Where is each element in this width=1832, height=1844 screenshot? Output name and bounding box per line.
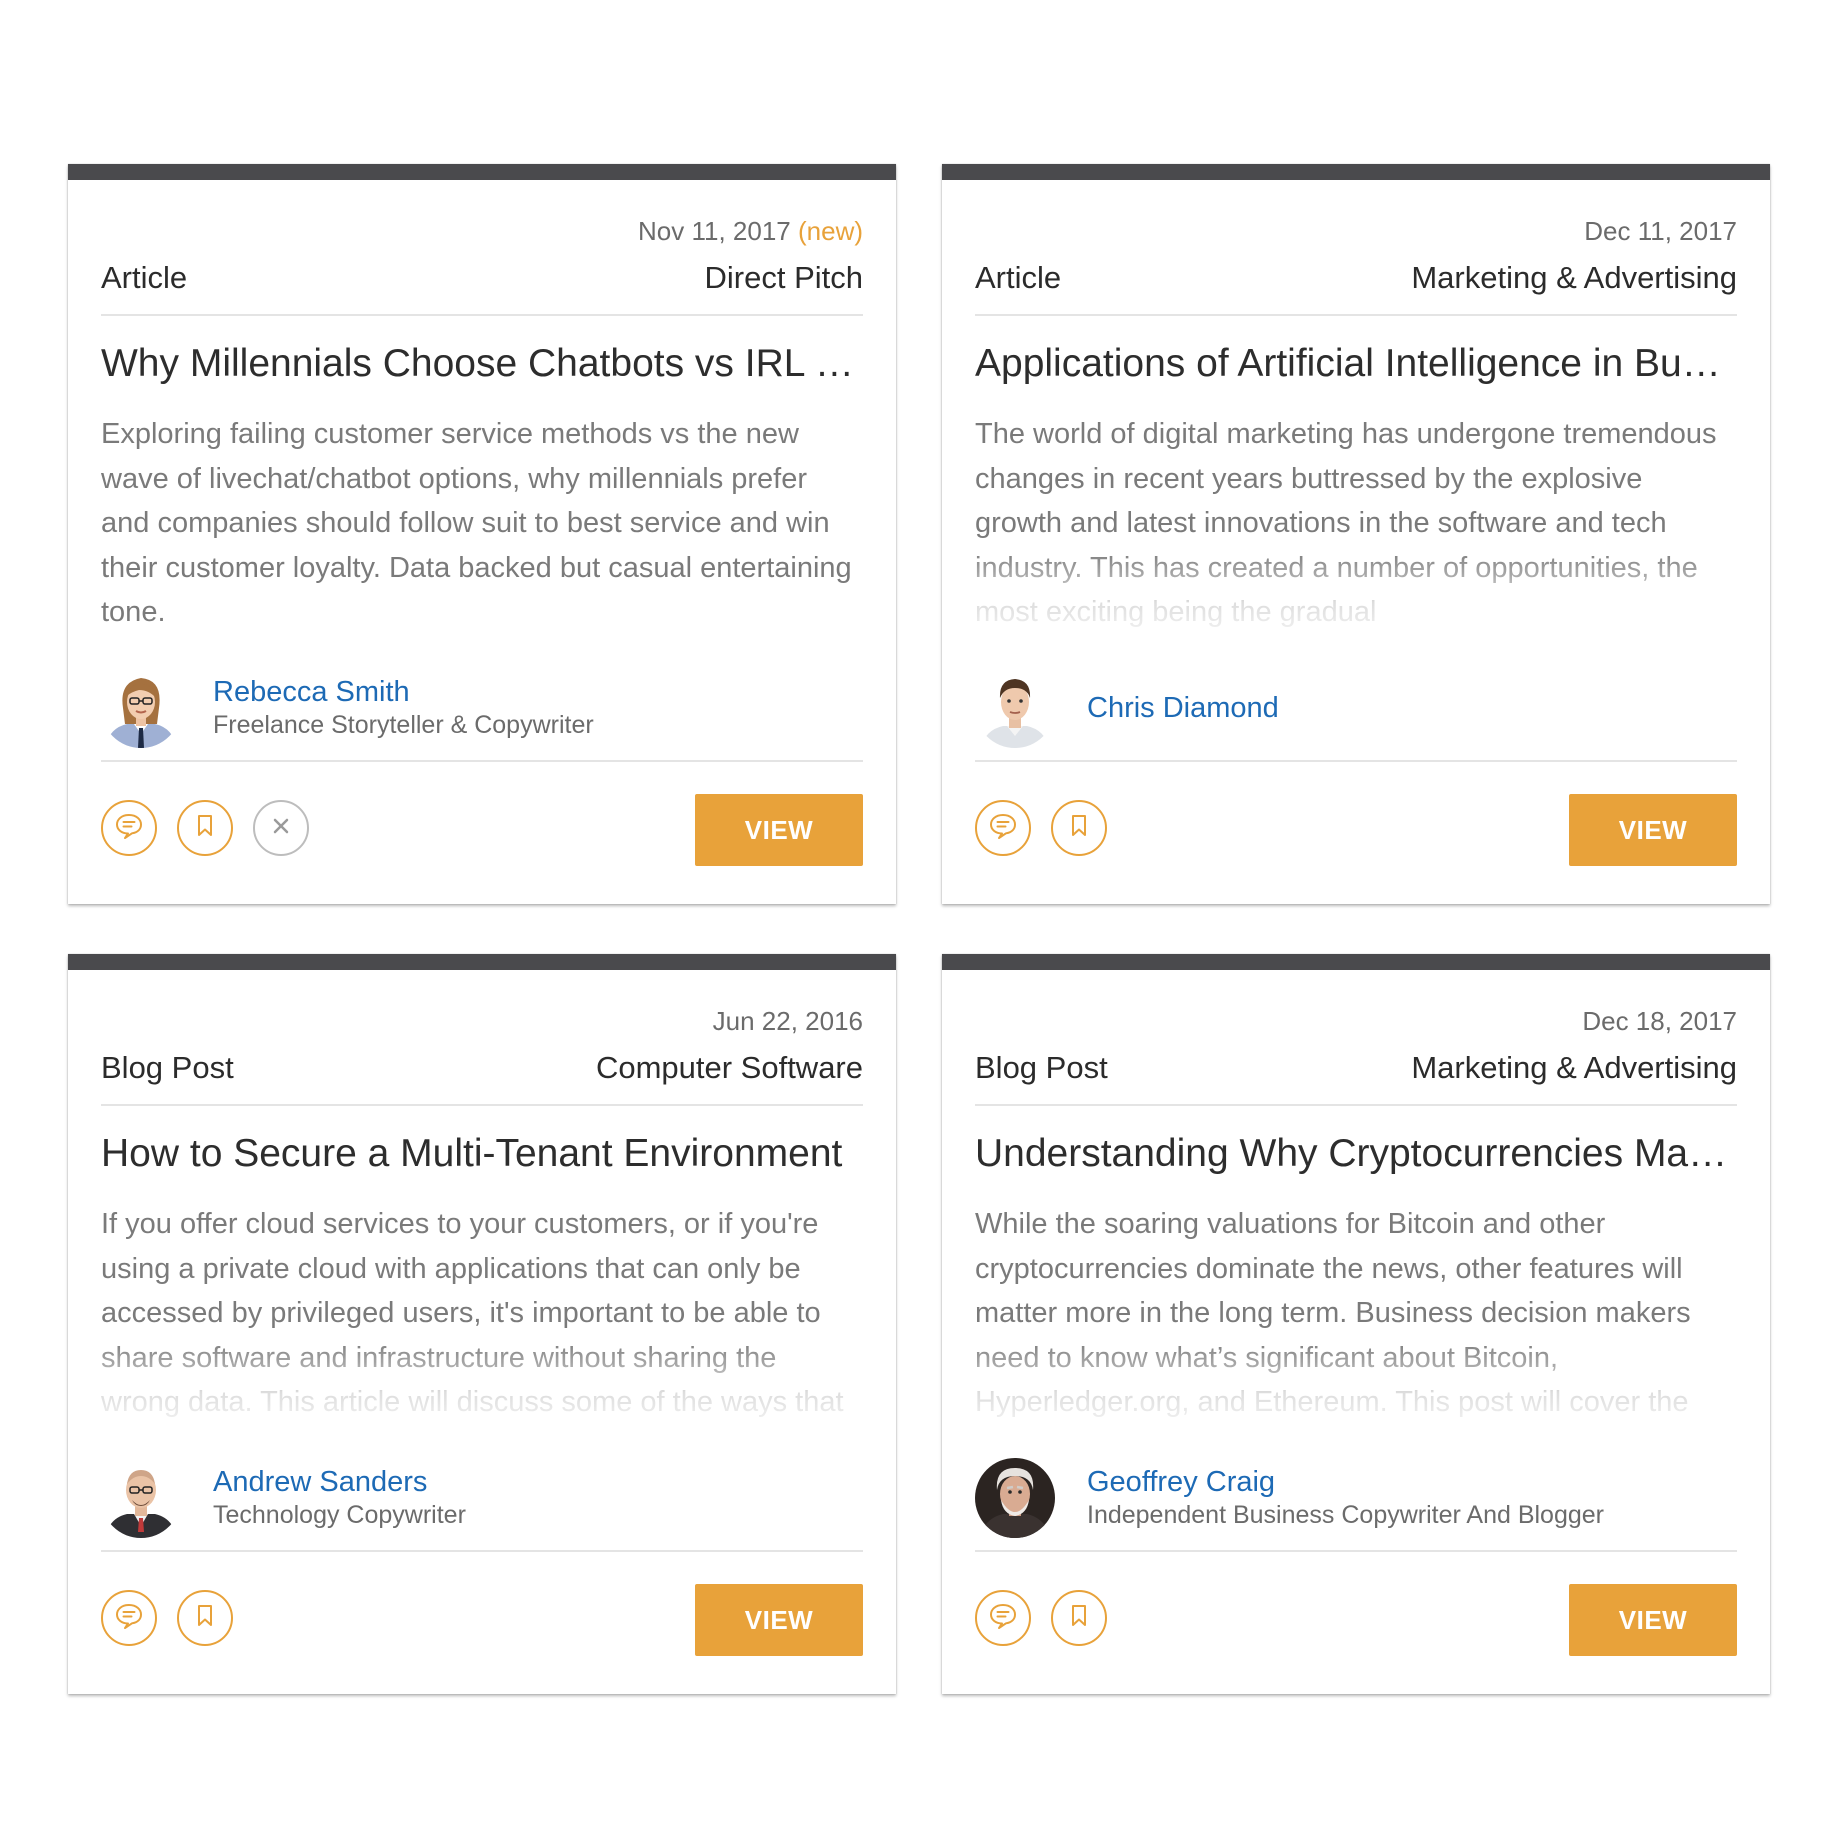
type-row: Blog Post Computer Software [101, 1046, 863, 1106]
author-role: Freelance Storyteller & Copywriter [213, 711, 594, 739]
card-excerpt: While the soaring valuations for Bitcoin… [975, 1208, 1691, 1418]
comment-button[interactable] [101, 800, 157, 856]
bookmark-icon [193, 1603, 217, 1634]
comment-button[interactable] [101, 1590, 157, 1646]
date: Dec 18, 2017 [1582, 1006, 1737, 1036]
bookmark-button[interactable] [177, 800, 233, 856]
content-type: Blog Post [101, 1050, 234, 1085]
date: Jun 22, 2016 [712, 1006, 863, 1036]
content-card: Dec 11, 2017 Article Marketing & Adverti… [942, 164, 1770, 904]
author-row: Geoffrey Craig Independent Business Copy… [975, 1448, 1737, 1552]
card-title[interactable]: How to Secure a Multi-Tenant Environment [101, 1132, 863, 1176]
bookmark-button[interactable] [1051, 1590, 1107, 1646]
author-name[interactable]: Chris Diamond [1087, 691, 1279, 725]
content-card: Nov 11, 2017 (new) Article Direct Pitch … [68, 164, 896, 904]
type-row: Blog Post Marketing & Advertising [975, 1046, 1737, 1106]
date-row: Jun 22, 2016 [713, 1006, 863, 1037]
date: Nov 11, 2017 [638, 216, 791, 246]
card-actions: VIEW [975, 794, 1737, 866]
author-name[interactable]: Rebecca Smith [213, 675, 594, 709]
date: Dec 11, 2017 [1584, 216, 1737, 246]
author-name[interactable]: Geoffrey Craig [1087, 1465, 1604, 1499]
category: Marketing & Advertising [1411, 260, 1737, 295]
bookmark-button[interactable] [177, 1590, 233, 1646]
category: Direct Pitch [704, 260, 863, 295]
bookmark-icon [1067, 1603, 1091, 1634]
new-badge: (new) [797, 216, 863, 246]
view-button[interactable]: VIEW [695, 1584, 863, 1656]
bookmark-icon [193, 813, 217, 844]
view-button[interactable]: VIEW [695, 794, 863, 866]
card-title[interactable]: Why Millennials Choose Chatbots vs IRL C… [101, 342, 863, 386]
comment-icon [988, 1601, 1018, 1636]
card-title[interactable]: Applications of Artificial Intelligence … [975, 342, 1737, 386]
avatar[interactable] [975, 1458, 1055, 1538]
content-type: Article [975, 260, 1062, 295]
card-excerpt: The world of digital marketing has under… [975, 418, 1717, 628]
comment-icon [114, 811, 144, 846]
card-title[interactable]: Understanding Why Cryptocurrencies Matte… [975, 1132, 1737, 1176]
card-actions: VIEW [975, 1584, 1737, 1656]
comment-icon [988, 811, 1018, 846]
close-icon [271, 816, 291, 841]
view-button[interactable]: VIEW [1569, 1584, 1737, 1656]
content-type: Article [101, 260, 188, 295]
comment-button[interactable] [975, 800, 1031, 856]
category: Computer Software [595, 1050, 863, 1085]
author-row: Andrew Sanders Technology Copywriter [101, 1448, 863, 1552]
content-card: Jun 22, 2016 Blog Post Computer Software… [68, 954, 896, 1694]
date-row: Nov 11, 2017 (new) [638, 216, 863, 247]
comment-button[interactable] [975, 1590, 1031, 1646]
avatar[interactable] [101, 668, 181, 748]
card-excerpt: If you offer cloud services to your cust… [101, 1208, 844, 1418]
date-row: Dec 11, 2017 [1584, 216, 1737, 247]
author-row: Rebecca Smith Freelance Storyteller & Co… [101, 658, 863, 762]
bookmark-button[interactable] [1051, 800, 1107, 856]
comment-icon [114, 1601, 144, 1636]
card-excerpt: Exploring failing customer service metho… [101, 418, 852, 628]
dismiss-button[interactable] [253, 800, 309, 856]
card-actions: VIEW [101, 794, 863, 866]
category: Marketing & Advertising [1411, 1050, 1737, 1085]
author-role: Independent Business Copywriter And Blog… [1087, 1501, 1604, 1529]
content-card: Dec 18, 2017 Blog Post Marketing & Adver… [942, 954, 1770, 1694]
avatar[interactable] [101, 1458, 181, 1538]
author-role: Technology Copywriter [213, 1501, 466, 1529]
author-row: Chris Diamond [975, 658, 1737, 762]
type-row: Article Direct Pitch [101, 256, 863, 316]
type-row: Article Marketing & Advertising [975, 256, 1737, 316]
card-actions: VIEW [101, 1584, 863, 1656]
bookmark-icon [1067, 813, 1091, 844]
avatar[interactable] [975, 668, 1055, 748]
author-name[interactable]: Andrew Sanders [213, 1465, 466, 1499]
content-type: Blog Post [975, 1050, 1108, 1085]
date-row: Dec 18, 2017 [1582, 1006, 1737, 1037]
view-button[interactable]: VIEW [1569, 794, 1737, 866]
card-grid: Nov 11, 2017 (new) Article Direct Pitch … [68, 164, 1770, 1694]
